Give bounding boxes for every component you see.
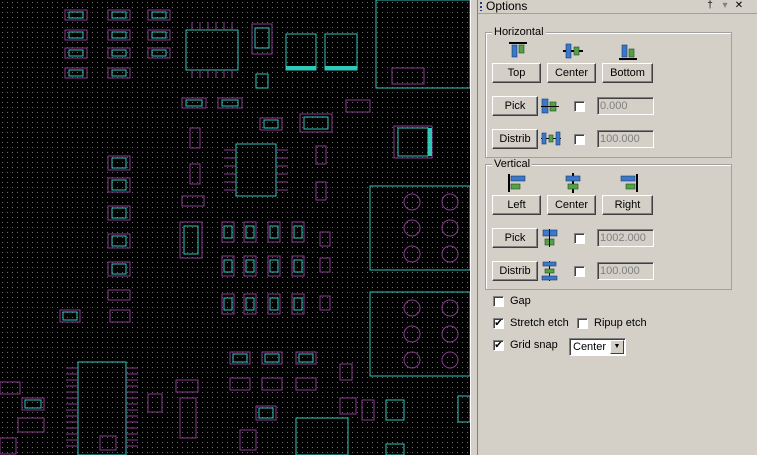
pcb-ic-lower-left — [66, 361, 138, 455]
options-panel: Options † ▾ ✕ Horizontal Top Center Bott… — [478, 0, 757, 455]
vertical-group: Vertical Left Center Right Pick 1002.000… — [485, 158, 732, 290]
horizontal-group-label: Horizontal — [492, 26, 546, 38]
menu-dropdown-icon[interactable]: ▾ — [719, 0, 731, 12]
pcb-ic-upper — [185, 22, 239, 78]
horizontal-group: Horizontal Top Center Bottom Pick 0.000 … — [485, 26, 732, 158]
pcb-passive-row-top — [64, 9, 171, 79]
align-center-vertical-button[interactable]: Center — [547, 195, 596, 215]
horizontal-distrib-value-field[interactable]: 100.000 — [597, 130, 654, 148]
pcb-connector-upper — [369, 185, 470, 271]
horizontal-pick-button[interactable]: Pick — [492, 96, 538, 116]
horizontal-pick-value-field[interactable]: 0.000 — [597, 97, 654, 115]
horizontal-pick-checkbox[interactable] — [574, 101, 585, 112]
align-center-vertical-icon — [565, 173, 581, 193]
align-center-horizontal-button[interactable]: Center — [547, 63, 596, 83]
vertical-pick-button[interactable]: Pick — [492, 228, 538, 248]
distribute-vertical-icon — [541, 261, 558, 281]
vertical-distrib-value-field[interactable]: 100.000 — [597, 262, 654, 280]
panel-splitter[interactable] — [470, 0, 478, 455]
vertical-distrib-button[interactable]: Distrib — [492, 261, 538, 281]
stretch-etch-checkbox[interactable]: ✔ — [493, 318, 504, 329]
pick-horizontal-icon — [541, 98, 559, 114]
horizontal-distrib-checkbox[interactable] — [574, 134, 585, 145]
gap-checkbox[interactable] — [493, 296, 504, 307]
align-left-icon — [508, 174, 526, 192]
align-bottom-button[interactable]: Bottom — [602, 63, 653, 83]
grid-snap-checkbox[interactable]: ✔ — [493, 340, 504, 351]
align-right-button[interactable]: Right — [602, 195, 653, 215]
grid-snap-label: Grid snap — [510, 339, 558, 351]
ripup-etch-checkbox[interactable] — [577, 318, 588, 329]
pcb-connector-lower — [369, 291, 470, 377]
options-titlebar[interactable]: Options † ▾ ✕ — [478, 0, 757, 14]
align-left-button[interactable]: Left — [492, 195, 541, 215]
gap-label: Gap — [510, 295, 531, 307]
vertical-pick-value-field[interactable]: 1002.000 — [597, 229, 654, 247]
pick-vertical-icon — [542, 229, 558, 247]
distribute-horizontal-icon — [541, 131, 561, 146]
close-icon[interactable]: ✕ — [733, 0, 745, 12]
horizontal-distrib-button[interactable]: Distrib — [492, 129, 538, 149]
panel-title: Options — [486, 0, 528, 13]
ripup-etch-label: Ripup etch — [594, 317, 647, 329]
snap-mode-value: Center — [573, 341, 607, 353]
chevron-down-icon[interactable]: ▼ — [610, 340, 624, 354]
pcb-ic-middle — [224, 143, 288, 197]
align-top-icon — [509, 42, 527, 58]
vertical-distrib-checkbox[interactable] — [574, 266, 585, 277]
drag-grip-icon[interactable] — [480, 2, 482, 11]
vertical-pick-checkbox[interactable] — [574, 233, 585, 244]
snap-mode-select[interactable]: Center ▼ — [569, 338, 626, 356]
align-bottom-icon — [619, 44, 637, 60]
vertical-group-label: Vertical — [492, 158, 533, 170]
pcb-drawing — [0, 0, 470, 455]
align-center-horizontal-icon — [563, 43, 583, 59]
align-top-button[interactable]: Top — [492, 63, 541, 83]
align-right-icon — [620, 174, 638, 192]
pin-icon[interactable]: † — [704, 0, 716, 12]
stretch-etch-label: Stretch etch — [510, 317, 569, 329]
pcb-layout-canvas[interactable] — [0, 0, 470, 455]
